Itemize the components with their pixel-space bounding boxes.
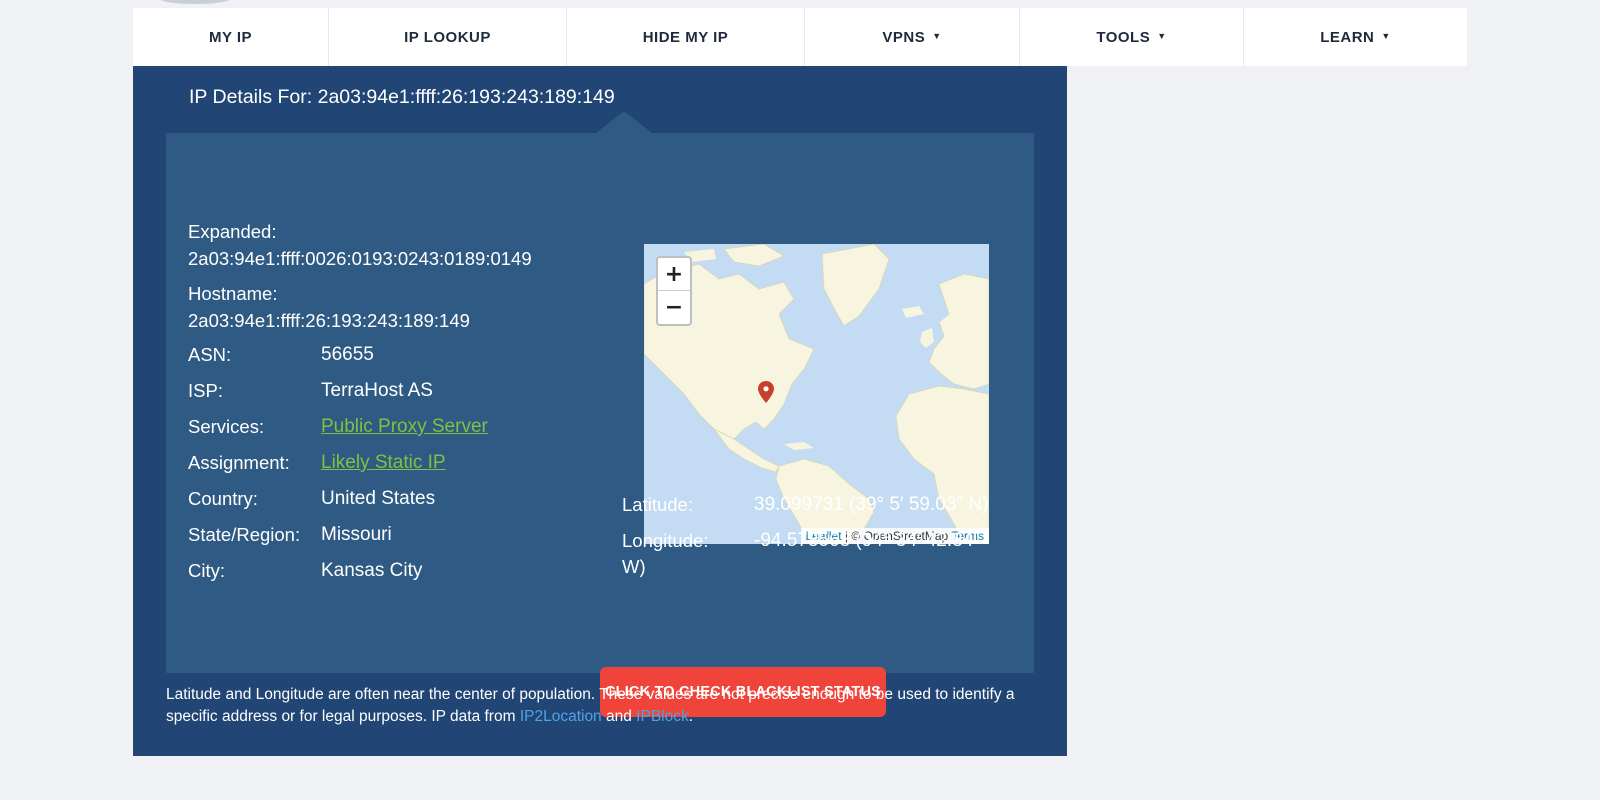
nav-ip-lookup[interactable]: IP LOOKUP <box>329 8 567 66</box>
services-link[interactable]: Public Proxy Server <box>321 416 488 438</box>
hostname-field: Hostname: 2a03:94e1:ffff:26:193:243:189:… <box>188 280 470 334</box>
nav-label: LEARN <box>1320 28 1375 46</box>
expanded-label: Expanded: <box>188 221 277 242</box>
zoom-in-button[interactable]: + <box>658 258 690 291</box>
hostname-label: Hostname: <box>188 283 278 304</box>
ip2location-link[interactable]: IP2Location <box>520 708 602 725</box>
assignment-label: Assignment: <box>188 452 290 473</box>
disclaimer-and: and <box>601 708 637 725</box>
expanded-value: 2a03:94e1:ffff:0026:0193:0243:0189:0149 <box>188 248 532 269</box>
zoom-control: + − <box>656 256 692 326</box>
disclaimer-end: . <box>688 708 694 725</box>
caret-down-icon: ▼ <box>1381 31 1391 41</box>
services-label: Services: <box>188 416 265 437</box>
nav-learn[interactable]: LEARN ▼ <box>1244 8 1467 66</box>
geolocation-disclaimer: Latitude and Longitude are often near th… <box>166 684 1026 728</box>
asn-label: ASN: <box>188 344 232 365</box>
longitude-value-wrap: W) <box>622 556 646 577</box>
city-label: City: <box>188 560 225 581</box>
map-pin-icon[interactable] <box>758 381 774 403</box>
hostname-value: 2a03:94e1:ffff:26:193:243:189:149 <box>188 310 470 331</box>
isp-value: TerraHost AS <box>321 380 433 401</box>
ip-details-card: Expanded: 2a03:94e1:ffff:0026:0193:0243:… <box>166 111 1034 717</box>
ipblock-link[interactable]: IPBlock <box>636 708 689 725</box>
state-label: State/Region: <box>188 524 301 545</box>
state-value: Missouri <box>321 524 392 545</box>
latitude-value: 39.099731 (39° 5′ 59.03″ N) <box>754 494 989 515</box>
zoom-out-button[interactable]: − <box>658 291 690 324</box>
nav-label: HIDE MY IP <box>642 28 729 46</box>
country-label: Country: <box>188 488 258 509</box>
longitude-label: Longitude: <box>622 530 709 551</box>
nav-my-ip[interactable]: MY IP <box>133 8 329 66</box>
top-nav: MY IP IP LOOKUP HIDE MY IP VPNS ▼ TOOLS … <box>133 8 1467 66</box>
assignment-link[interactable]: Likely Static IP <box>321 452 446 474</box>
nav-label: IP LOOKUP <box>404 28 491 46</box>
caret-down-icon: ▼ <box>932 31 942 41</box>
nav-label: VPNS <box>882 28 926 46</box>
caret-down-icon: ▼ <box>1157 31 1167 41</box>
expanded-field: Expanded: 2a03:94e1:ffff:0026:0193:0243:… <box>188 218 532 272</box>
nav-label: MY IP <box>208 28 253 46</box>
ip-details-title: IP Details For: 2a03:94e1:ffff:26:193:24… <box>189 86 615 108</box>
longitude-value: -94.578568 (94° 34′ 42.84″ <box>754 530 981 551</box>
city-value: Kansas City <box>321 560 423 581</box>
nav-label: TOOLS <box>1096 28 1151 46</box>
nav-vpns[interactable]: VPNS ▼ <box>805 8 1020 66</box>
latitude-label: Latitude: <box>622 494 693 515</box>
card-notch <box>596 111 652 133</box>
ip-details-panel: IP Details For: 2a03:94e1:ffff:26:193:24… <box>133 66 1067 756</box>
country-value: United States <box>321 488 436 509</box>
nav-tools[interactable]: TOOLS ▼ <box>1020 8 1244 66</box>
asn-value: 56655 <box>321 344 374 365</box>
isp-label: ISP: <box>188 380 223 401</box>
site-logo[interactable] <box>160 0 230 4</box>
nav-hide-my-ip[interactable]: HIDE MY IP <box>567 8 805 66</box>
